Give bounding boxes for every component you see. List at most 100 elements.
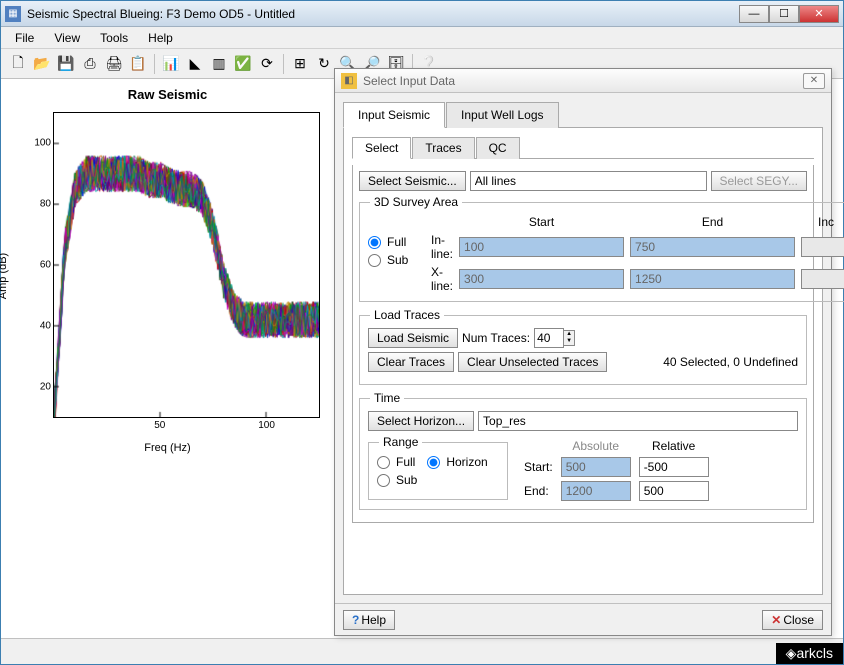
design-icon[interactable]: ◣	[184, 53, 206, 75]
row-xline-label: X-line:	[431, 265, 453, 293]
clear-traces-button[interactable]: Clear Traces	[368, 352, 454, 372]
y-tick-label: 60	[40, 260, 51, 271]
save-icon[interactable]: 💾	[55, 53, 77, 75]
y-axis-label: Amp (dB)	[0, 253, 9, 299]
radio-range-sub[interactable]	[377, 474, 390, 487]
load-seismic-button[interactable]: Load Seismic	[368, 328, 458, 348]
x-tick-label: 50	[154, 420, 165, 431]
menu-tools[interactable]: Tools	[92, 29, 136, 47]
x-ticks: 50 100	[53, 420, 320, 434]
absolute-label: Absolute	[561, 439, 631, 453]
grid-icon[interactable]: ⊞	[289, 53, 311, 75]
app-icon: ▦	[5, 6, 21, 22]
chart-pane: Raw Seismic Amp (dB) 20 40 60 80 100 50 100 F…	[1, 79, 334, 638]
subtab-qc[interactable]: QC	[476, 137, 520, 159]
subtab-select[interactable]: Select	[352, 137, 411, 159]
apply-icon[interactable]: ✅	[232, 53, 254, 75]
select-horizon-button[interactable]: Select Horizon...	[368, 411, 474, 431]
open-icon[interactable]: 📂	[31, 53, 53, 75]
minimize-button[interactable]: —	[739, 5, 769, 23]
y-tick-label: 100	[34, 137, 51, 148]
maximize-button[interactable]: ☐	[769, 5, 799, 23]
subtab-traces[interactable]: Traces	[412, 137, 474, 159]
close-dialog-button[interactable]: ✕Close	[762, 610, 823, 630]
row-inline-label: In-line:	[431, 233, 453, 261]
y-ticks: 20 40 60 80 100	[29, 112, 51, 418]
saveas-icon[interactable]: ⎙	[79, 53, 101, 75]
radio-sub[interactable]	[368, 254, 381, 267]
bars-icon[interactable]: ▥	[208, 53, 230, 75]
dialog-tabs: Input Seismic Input Well Logs	[343, 101, 823, 128]
num-traces-input[interactable]	[534, 328, 564, 348]
inline-start-input	[459, 237, 624, 257]
xline-start-input	[459, 269, 624, 289]
select-segy-button[interactable]: Select SEGY...	[711, 171, 808, 191]
x-axis-label: Freq (Hz)	[144, 442, 190, 454]
radio-range-horizon[interactable]	[427, 456, 440, 469]
num-traces-stepper[interactable]: ▲▼	[534, 328, 575, 348]
relative-label: Relative	[639, 439, 709, 453]
survey-area-fieldset: 3D Survey Area Full Sub Start End	[359, 195, 844, 302]
copy-icon[interactable]: 📋	[127, 53, 149, 75]
dialog-icon: ◧	[341, 73, 357, 89]
abs-end-input	[561, 481, 631, 501]
inline-inc-input	[801, 237, 844, 257]
time-legend: Time	[370, 391, 404, 405]
close-btn-icon: ✕	[771, 613, 781, 627]
clear-unselected-button[interactable]: Clear Unselected Traces	[458, 352, 607, 372]
seismic-value-input[interactable]	[470, 171, 707, 191]
y-tick-label: 80	[40, 198, 51, 209]
select-seismic-button[interactable]: Select Seismic...	[359, 171, 466, 191]
y-tick-label: 20	[40, 382, 51, 393]
load-traces-fieldset: Load Traces Load Seismic Num Traces: ▲▼ …	[359, 308, 807, 385]
stepper-up-icon[interactable]: ▲	[564, 331, 574, 338]
stepper-down-icon[interactable]: ▼	[564, 338, 574, 345]
radio-full[interactable]	[368, 236, 381, 249]
radio-range-full[interactable]	[377, 456, 390, 469]
dialog-title: Select Input Data	[363, 74, 803, 88]
rel-start-input[interactable]	[639, 457, 709, 477]
col-inc: Inc	[801, 215, 844, 229]
num-traces-label: Num Traces:	[462, 331, 530, 345]
start-label: Start:	[524, 460, 553, 474]
select-input-data-dialog: ◧ Select Input Data ✕ Input Seismic Inpu…	[334, 68, 832, 636]
brand-logo: ◈arkcls	[776, 643, 843, 664]
print-icon[interactable]: 🖨	[103, 53, 125, 75]
subtabs: Select Traces QC	[352, 136, 814, 159]
dialog-close-icon[interactable]: ✕	[803, 73, 825, 89]
abs-start-input	[561, 457, 631, 477]
rel-end-input[interactable]	[639, 481, 709, 501]
new-icon[interactable]: 🗋	[7, 53, 29, 75]
window-title: Seismic Spectral Blueing: F3 Demo OD5 - …	[27, 7, 739, 21]
survey-legend: 3D Survey Area	[370, 195, 462, 209]
refresh-icon[interactable]: ↻	[313, 53, 335, 75]
help-button[interactable]: ?Help	[343, 610, 395, 630]
help-btn-icon: ?	[352, 613, 359, 627]
tab-input-seismic[interactable]: Input Seismic	[343, 102, 445, 128]
status-bar	[1, 638, 843, 664]
range-fieldset: Range Full Horizon Sub	[368, 435, 508, 500]
close-button[interactable]: ✕	[799, 5, 839, 23]
xline-end-input	[630, 269, 795, 289]
menu-file[interactable]: File	[7, 29, 42, 47]
tab-input-well-logs[interactable]: Input Well Logs	[446, 102, 559, 128]
horizon-value-input[interactable]	[478, 411, 798, 431]
x-tick-label: 100	[258, 420, 275, 431]
menu-help[interactable]: Help	[140, 29, 181, 47]
inline-end-input	[630, 237, 795, 257]
range-legend: Range	[379, 435, 422, 449]
dialog-titlebar: ◧ Select Input Data ✕	[335, 69, 831, 93]
end-label: End:	[524, 484, 553, 498]
chart-title: Raw Seismic	[9, 87, 326, 102]
titlebar: ▦ Seismic Spectral Blueing: F3 Demo OD5 …	[1, 1, 843, 27]
spectrum-icon[interactable]: 📊	[160, 53, 182, 75]
y-tick-label: 40	[40, 321, 51, 332]
traces-status: 40 Selected, 0 Undefined	[611, 355, 798, 369]
col-end: End	[630, 215, 795, 229]
menubar: File View Tools Help	[1, 27, 843, 49]
time-fieldset: Time Select Horizon... Range Full Horizo…	[359, 391, 807, 510]
process-icon[interactable]: ⟳	[256, 53, 278, 75]
plot-area	[53, 112, 320, 418]
loadtraces-legend: Load Traces	[370, 308, 444, 322]
menu-view[interactable]: View	[46, 29, 88, 47]
